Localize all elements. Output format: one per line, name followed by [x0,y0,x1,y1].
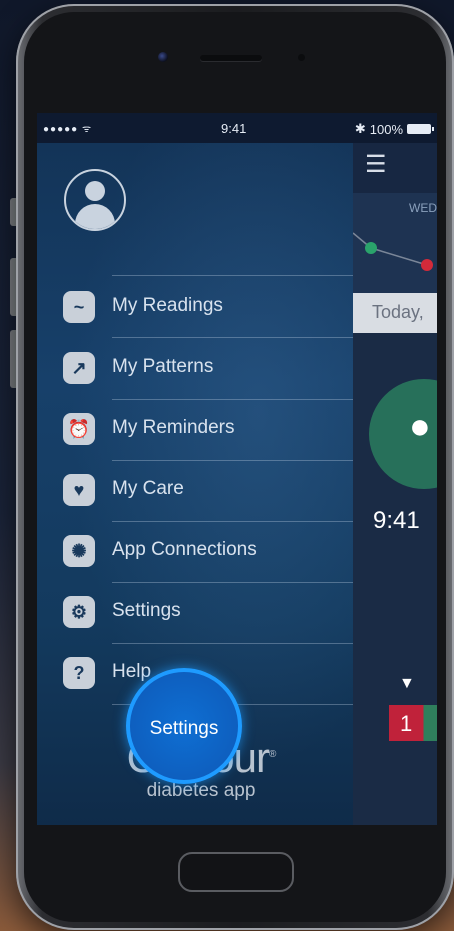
chart-trend-line [353,232,433,271]
touch-indicator: Settings [126,668,242,784]
menu-item-settings[interactable]: ⚙ Settings [37,582,353,642]
profile-avatar[interactable] [64,169,126,231]
avatar-body [75,204,115,229]
screen: ●●●●● ᯤ 9:41 ✱ 100% ☰ WED Today, ● 9:41 [37,113,437,825]
status-bar: ●●●●● ᯤ 9:41 ✱ 100% [37,113,437,143]
menu-item-label: My Patterns [112,356,214,377]
date-bar: Today, [353,293,437,333]
reading-time: 9:41 [373,507,420,534]
arrow-down-icon: ▼ [399,675,415,692]
patterns-icon: ↗ [63,352,95,384]
front-camera [158,52,168,62]
menu-divider [112,275,353,276]
status-time: 9:41 [221,121,247,136]
gear-icon: ⚙ [63,596,95,628]
earpiece-speaker [200,55,262,61]
menu-item-label: My Reminders [112,417,235,438]
touch-indicator-label: Settings [149,718,219,739]
hamburger-menu-icon[interactable]: ☰ [365,153,387,177]
main-header: ☰ [353,143,437,193]
connections-icon: ✺ [63,535,95,567]
main-content[interactable]: ☰ WED Today, ● 9:41 ▼ 1 [353,143,437,825]
menu-item-my-care[interactable]: ♥ My Care [37,460,353,520]
today-label: Today, [372,302,424,322]
care-icon: ♥ [63,474,95,506]
readings-chart[interactable]: WED [353,193,437,293]
battery-icon [407,124,434,134]
menu-item-my-patterns[interactable]: ↗ My Patterns [37,338,353,398]
reading-badge-value: 1 [400,711,413,736]
menu-item-my-reminders[interactable]: ⏰ My Reminders [37,399,353,459]
menu-item-my-readings[interactable]: ~ My Readings [37,277,353,337]
reminders-icon: ⏰ [63,413,95,445]
signal-indicator: ●●●●● ᯤ [43,124,93,135]
avatar-head [85,181,105,201]
home-button[interactable] [178,852,294,892]
reading-badge[interactable]: 1 [389,705,437,741]
menu-item-app-connections[interactable]: ✺ App Connections [37,521,353,581]
apple-icon: ● [409,405,431,446]
help-icon: ? [63,657,95,689]
bluetooth-icon: ✱ [354,121,366,136]
menu-item-label: My Readings [112,295,223,316]
menu-item-label: App Connections [112,539,257,560]
readings-icon: ~ [63,291,95,323]
status-right: ✱ 100% [354,121,434,137]
battery-percentage: 100% [369,121,403,137]
logo-tagline: diabetes app [146,780,256,801]
meal-marker[interactable]: ● [369,379,437,489]
menu-item-label: Settings [112,600,181,621]
chart-point-high [421,259,433,271]
menu-item-label: Help [112,661,152,682]
proximity-sensor [298,54,305,61]
menu-item-label: My Care [112,478,184,499]
chart-point-normal [365,242,377,254]
